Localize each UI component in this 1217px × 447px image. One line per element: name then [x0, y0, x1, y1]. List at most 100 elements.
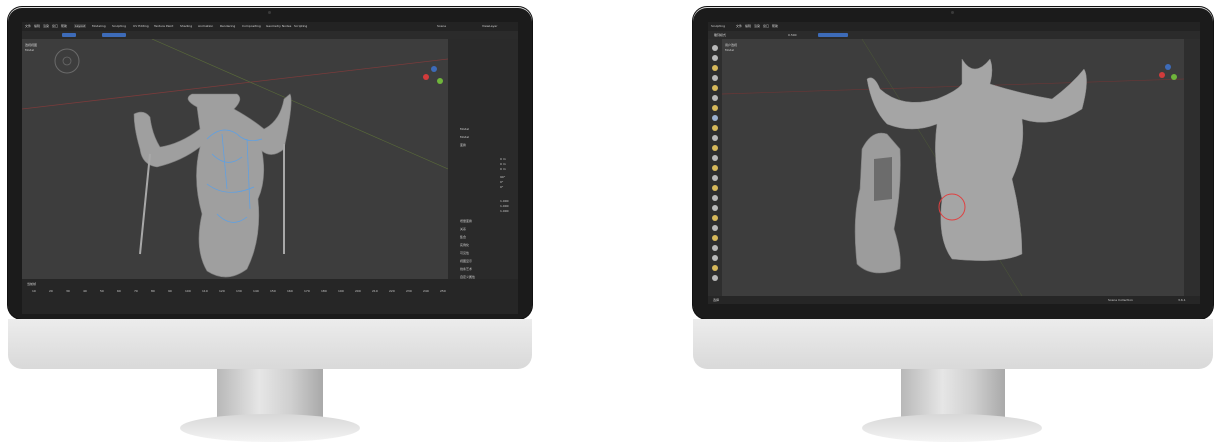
menu-window[interactable]: 窗口 [52, 24, 58, 28]
props-field-6[interactable]: 0° [500, 185, 503, 189]
menu-file[interactable]: 文件 [25, 24, 31, 28]
sculpt-mode-selector[interactable]: 雕刻模式 [714, 33, 726, 37]
workspace-tab-rendering[interactable]: Rendering [220, 24, 235, 28]
sculpt-tool-icon[interactable] [712, 65, 718, 71]
workspace-tab-uv[interactable]: UV Editing [133, 24, 149, 28]
props-section-relations[interactable]: 关系 [460, 227, 466, 231]
right-menu-file[interactable]: 文件 [736, 24, 742, 28]
props-field-9[interactable]: 1.000 [500, 209, 509, 213]
sculpt-tool-icon[interactable] [712, 185, 718, 191]
workspace-tab-compositing[interactable]: Compositing [242, 24, 261, 28]
status-version-text: 3.6.1 [1178, 298, 1186, 302]
sculpt-tool-icon[interactable] [712, 245, 718, 251]
sculpt-tool-icon[interactable] [712, 215, 718, 221]
props-field-7[interactable]: 1.000 [500, 199, 509, 203]
left-body-mesh [133, 93, 292, 278]
sculpt-tool-icon[interactable] [712, 255, 718, 261]
workspace-tab-sculpting[interactable]: Sculpting [112, 24, 126, 28]
right-toolbar-right [1184, 39, 1200, 296]
status-select-text: 选择 [713, 298, 720, 302]
timeline-frame-label: 210 [372, 289, 378, 293]
workspace-tab-animation[interactable]: Animation [198, 24, 213, 28]
sculpt-tool-icon[interactable] [712, 45, 718, 51]
left-3d-viewport[interactable]: 透视视图 Model [22, 39, 448, 279]
right-workspace-tab[interactable]: Sculpting [711, 24, 725, 28]
sculpt-tool-icon[interactable] [712, 155, 718, 161]
props-field-4[interactable]: 90° [500, 175, 505, 179]
props-field-8[interactable]: 1.000 [500, 204, 509, 208]
sculpt-tool-icon[interactable] [712, 145, 718, 151]
timeline-frame-label: 220 [389, 289, 395, 293]
view-layer-selector[interactable]: ViewLayer [482, 24, 497, 28]
props-section-lineart[interactable]: 线条艺术 [460, 267, 472, 271]
right-menu-edit[interactable]: 编辑 [745, 24, 751, 28]
timeline-frame-label: 150 [270, 289, 276, 293]
props-field-3[interactable]: 0 m [500, 167, 506, 171]
workspace-tab-modeling[interactable]: Modeling [92, 24, 106, 28]
sculpt-tool-icon[interactable] [712, 105, 718, 111]
workspace-tab-texture[interactable]: Texture Paint [154, 24, 173, 28]
sculpt-tool-icon[interactable] [712, 265, 718, 271]
menu-render[interactable]: 渲染 [43, 24, 49, 28]
right-3d-viewport[interactable]: 用户透视 Model [722, 39, 1184, 296]
menu-edit[interactable]: 编辑 [34, 24, 40, 28]
left-stick-mesh [139, 153, 151, 255]
brush-pill[interactable] [818, 33, 848, 37]
sculpt-tool-icon[interactable] [712, 95, 718, 101]
sculpt-tool-icon[interactable] [712, 55, 718, 61]
workspace-tab-scripting[interactable]: Scripting [294, 24, 307, 28]
sculpt-tool-icon[interactable] [712, 85, 718, 91]
timeline-frame-label: 190 [338, 289, 344, 293]
select-pill[interactable] [102, 33, 126, 37]
left-viewport-header [22, 31, 518, 39]
sculpt-tool-icon[interactable] [712, 205, 718, 211]
props-section-collections[interactable]: 集合 [460, 235, 466, 239]
sculpt-tool-icon[interactable] [712, 75, 718, 81]
props-field-1[interactable]: 0 m [500, 157, 506, 161]
workspace-tab-geonodes[interactable]: Geometry Nodes [266, 24, 291, 28]
mode-pill[interactable] [62, 33, 76, 37]
gizmo-y-icon [437, 78, 443, 84]
sculpt-tool-icon[interactable] [712, 175, 718, 181]
timeline-frame-label: 30 [66, 289, 70, 293]
sculpt-tool-icon[interactable] [712, 235, 718, 241]
props-section-instancing[interactable]: 实例化 [460, 243, 469, 247]
right-menu-window[interactable]: 窗口 [763, 24, 769, 28]
scene-selector[interactable]: Scene [437, 24, 446, 28]
timeline-frame-label: 20 [49, 289, 53, 293]
right-menubar: Sculpting 文件 编辑 渲染 窗口 帮助 [708, 22, 1200, 31]
left-monitor-foot [180, 414, 360, 442]
sculpt-tool-icon[interactable] [712, 115, 718, 121]
right-menu-help[interactable]: 帮助 [772, 24, 778, 28]
props-field-2[interactable]: 0 m [500, 162, 506, 166]
menu-help[interactable]: 帮助 [61, 24, 67, 28]
timeline-frame-label: 120 [219, 289, 225, 293]
sculpt-tool-icon[interactable] [712, 135, 718, 141]
right-viewport-header: 雕刻模式 0.500 [708, 31, 1200, 39]
gizmo-y-right-icon [1171, 74, 1177, 80]
props-section-transform[interactable]: 变换 [460, 143, 466, 147]
props-object-name: Model [460, 127, 470, 131]
sculpt-tool-icon[interactable] [712, 195, 718, 201]
sculpt-tool-icon[interactable] [712, 125, 718, 131]
props-section-display[interactable]: 视图显示 [460, 259, 472, 263]
timeline-frame-label: 70 [134, 289, 138, 293]
sculpt-tool-icon[interactable] [712, 275, 718, 281]
navigation-circle-icon [54, 48, 80, 74]
props-mesh-name: Model [460, 135, 470, 139]
right-menu-render[interactable]: 渲染 [754, 24, 760, 28]
left-timeline[interactable]: 当前帧 10 20 30 40 50 60 70 80 90 100 110 120 130 140 150… [22, 279, 518, 314]
timeline-frame-ruler: 10 20 30 40 50 60 70 80 90 100 110 120 130 140 150 160 1… [32, 289, 452, 295]
workspace-tab-layout[interactable]: Layout [74, 24, 87, 28]
props-section-delta[interactable]: 增量变换 [460, 219, 472, 223]
left-monitor-chin [8, 319, 532, 369]
props-section-visibility[interactable]: 可见性 [460, 251, 469, 255]
armor-mesh [854, 132, 901, 274]
props-field-5[interactable]: 0° [500, 180, 503, 184]
navigation-inner-icon [62, 56, 72, 66]
brush-strength-field[interactable]: 0.500 [788, 33, 797, 37]
timeline-frame-label: 240 [423, 289, 429, 293]
workspace-tab-shading[interactable]: Shading [180, 24, 192, 28]
sculpt-tool-icon[interactable] [712, 165, 718, 171]
sculpt-tool-icon[interactable] [712, 225, 718, 231]
